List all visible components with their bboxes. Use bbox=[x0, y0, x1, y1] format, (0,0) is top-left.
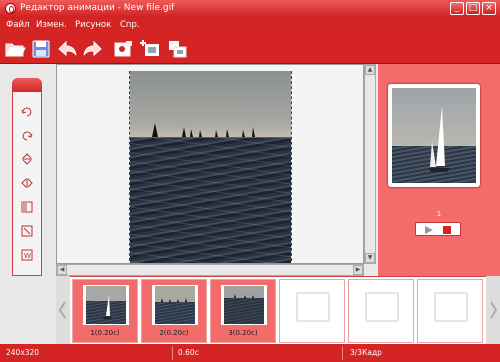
save-icon[interactable] bbox=[30, 38, 52, 60]
preview-frame bbox=[388, 84, 480, 187]
tools-panel-header bbox=[12, 78, 42, 92]
frame-label: 3(0.20с) bbox=[228, 329, 258, 337]
add-frame-icon[interactable] bbox=[140, 38, 162, 60]
insert-frame-icon[interactable] bbox=[166, 38, 188, 60]
scroll-right-icon[interactable]: ▶ bbox=[353, 265, 363, 275]
playback-controls bbox=[415, 222, 461, 236]
text-icon[interactable]: W bbox=[21, 249, 33, 261]
window-title: Редактор анимации - New file.gif bbox=[20, 3, 175, 13]
status-duration: 0.60с bbox=[178, 348, 199, 357]
frame-label: 2(0.20с) bbox=[159, 329, 189, 337]
flip-horizontal-icon[interactable] bbox=[21, 177, 33, 189]
status-bar: 240x320 0.60с 3/3Кадр bbox=[0, 344, 500, 362]
status-frame: 3/3Кадр bbox=[350, 348, 382, 357]
scroll-down-icon[interactable]: ▼ bbox=[365, 253, 375, 263]
undo-icon[interactable] bbox=[56, 38, 78, 60]
vertical-scrollbar[interactable]: ▲ ▼ bbox=[364, 64, 376, 264]
title-bar: Редактор анимации - New file.gif _ □ × bbox=[0, 0, 500, 18]
tools-panel: W bbox=[12, 78, 42, 276]
scroll-left-icon[interactable]: ◀ bbox=[57, 265, 67, 275]
rotate-right-icon[interactable] bbox=[21, 129, 33, 141]
preview-frame-number: 1 bbox=[436, 210, 442, 218]
menu-bar: Файл Измен. Рисунок Спр. bbox=[0, 18, 500, 34]
toolbar bbox=[0, 34, 500, 64]
minimize-button[interactable]: _ bbox=[450, 2, 464, 15]
stop-icon[interactable] bbox=[442, 225, 452, 237]
frames-scroll-right-icon[interactable] bbox=[486, 276, 500, 344]
scroll-up-icon[interactable]: ▲ bbox=[365, 65, 375, 75]
rotate-left-icon[interactable] bbox=[21, 105, 33, 117]
preview-image bbox=[392, 88, 476, 183]
canvas[interactable] bbox=[56, 64, 364, 264]
open-folder-icon[interactable] bbox=[4, 38, 26, 60]
play-icon[interactable] bbox=[424, 225, 434, 237]
flip-vertical-icon[interactable] bbox=[21, 153, 33, 165]
crop-icon[interactable] bbox=[21, 201, 33, 213]
close-button[interactable]: × bbox=[482, 2, 496, 15]
empty-frame-slot[interactable] bbox=[279, 279, 345, 343]
film-frame-icon bbox=[296, 292, 330, 322]
menu-image[interactable]: Рисунок bbox=[75, 20, 111, 30]
redo-icon[interactable] bbox=[82, 38, 104, 60]
frame-thumb[interactable]: 3(0.20с) bbox=[210, 279, 276, 343]
maximize-button[interactable]: □ bbox=[466, 2, 480, 15]
status-image-size: 240x320 bbox=[6, 348, 40, 357]
film-frame-icon bbox=[434, 292, 468, 322]
empty-frame-slot[interactable] bbox=[417, 279, 483, 343]
menu-help[interactable]: Спр. bbox=[120, 20, 140, 30]
preview-panel: 1 bbox=[378, 64, 500, 276]
empty-frame-slot[interactable] bbox=[348, 279, 414, 343]
app-icon bbox=[5, 3, 16, 14]
menu-file[interactable]: Файл bbox=[6, 20, 29, 30]
frames-strip: 1(0.20с) 2(0.20с) 3(0.20с) bbox=[56, 276, 500, 344]
film-frame-icon bbox=[365, 292, 399, 322]
menu-edit[interactable]: Измен. bbox=[36, 20, 67, 30]
image-settings-icon[interactable] bbox=[112, 38, 134, 60]
frame-image bbox=[129, 71, 292, 263]
resize-icon[interactable] bbox=[21, 225, 33, 237]
frames-scroll-left-icon[interactable] bbox=[56, 276, 70, 344]
frame-thumb[interactable]: 2(0.20с) bbox=[141, 279, 207, 343]
frame-label: 1(0.20с) bbox=[90, 329, 120, 337]
svg-text:W: W bbox=[24, 252, 31, 260]
frame-thumb[interactable]: 1(0.20с) bbox=[72, 279, 138, 343]
horizontal-scrollbar[interactable]: ◀ ▶ bbox=[56, 264, 364, 276]
